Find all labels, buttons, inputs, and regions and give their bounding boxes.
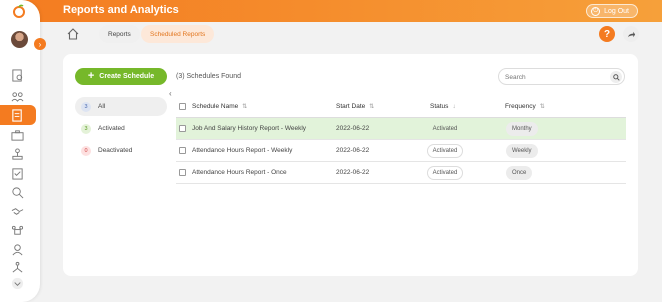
start-date: 2022-06-22: [336, 125, 370, 132]
clipboard-icon[interactable]: [9, 165, 25, 181]
table-header: Schedule Name ⇅ Start Date ⇅ Status ↓ Frequ…: [176, 96, 626, 118]
filter-count: 3: [81, 123, 91, 134]
filter-count: 3: [81, 101, 91, 112]
schedule-name: Attendance Hours Report - Once: [192, 169, 287, 176]
breadcrumb-reports[interactable]: Reports: [99, 25, 140, 43]
schedule-name: Attendance Hours Report - Weekly: [192, 147, 293, 154]
frequency-badge: Monthy: [506, 122, 538, 136]
filter-count: 0: [81, 145, 91, 156]
logout-label: Log Out: [604, 7, 629, 15]
share-icon[interactable]: [623, 26, 639, 42]
orange-logo-icon[interactable]: [12, 4, 26, 18]
start-date: 2022-06-22: [336, 147, 370, 154]
avatar[interactable]: [11, 31, 28, 48]
header-label: Schedule Name: [192, 103, 239, 110]
search-user-icon[interactable]: [9, 184, 25, 200]
breadcrumb-scheduled-reports[interactable]: Scheduled Reports: [141, 25, 215, 43]
filter-deactivated[interactable]: 0 Deactivated: [75, 141, 167, 160]
filter-label: All: [98, 103, 106, 110]
header-start-date[interactable]: Start Date ⇅: [336, 103, 374, 110]
frequency-badge: Weekly: [506, 144, 538, 158]
collapse-panel-icon[interactable]: ‹: [169, 89, 172, 98]
header-schedule-name[interactable]: Schedule Name ⇅: [192, 103, 247, 110]
handshake-icon[interactable]: [9, 203, 25, 219]
table-row[interactable]: Job And Salary History Report - Weekly 2…: [176, 118, 626, 140]
filter-activated[interactable]: 3 Activated: [75, 119, 167, 138]
reports-icon[interactable]: [9, 67, 25, 83]
org-chart-icon[interactable]: [9, 146, 25, 162]
schedules-table: Schedule Name ⇅ Start Date ⇅ Status ↓ Frequ…: [176, 96, 626, 184]
sidebar: ›: [0, 0, 46, 302]
user-settings-icon[interactable]: [9, 241, 25, 257]
start-date: 2022-06-22: [336, 169, 370, 176]
header-status[interactable]: Status ↓: [430, 103, 455, 110]
row-checkbox[interactable]: [179, 169, 186, 176]
logout-button[interactable]: ⏻ Log Out: [586, 4, 638, 18]
hierarchy-icon[interactable]: [9, 259, 25, 275]
row-checkbox[interactable]: [179, 125, 186, 132]
search-icon[interactable]: [610, 71, 622, 83]
plus-icon: +: [87, 70, 95, 82]
schedules-card: + Create Schedule 3 All 3 Activated 0 De…: [63, 54, 638, 276]
status-badge: Activated: [432, 126, 458, 132]
select-all-checkbox[interactable]: [179, 103, 186, 110]
filter-label: Deactivated: [98, 147, 133, 154]
frequency-badge: Once: [506, 166, 533, 180]
sort-icon: ⇅: [369, 104, 375, 110]
table-row[interactable]: Attendance Hours Report - Weekly 2022-06…: [176, 140, 626, 162]
sort-desc-icon: ↓: [452, 104, 456, 110]
search-box: [498, 68, 625, 85]
filter-all[interactable]: 3 All: [75, 97, 167, 116]
chevron-down-icon[interactable]: [9, 275, 25, 291]
header-label: Frequency: [505, 103, 536, 110]
expand-sidebar-icon[interactable]: ›: [34, 38, 46, 50]
header-label: Status: [430, 103, 449, 110]
search-input[interactable]: [505, 72, 605, 82]
team-icon[interactable]: [9, 88, 25, 104]
sort-icon: ⇅: [242, 104, 248, 110]
create-schedule-label: Create Schedule: [99, 73, 155, 80]
status-badge: Activated: [427, 166, 463, 180]
help-button[interactable]: ?: [599, 26, 615, 42]
logout-icon: ⏻: [591, 6, 601, 16]
meeting-icon[interactable]: [9, 222, 25, 238]
table-row[interactable]: Attendance Hours Report - Once 2022-06-2…: [176, 162, 626, 184]
sort-icon: ⇅: [539, 104, 545, 110]
schedule-name: Job And Salary History Report - Weekly: [192, 125, 307, 132]
scheduled-report-icon[interactable]: [9, 107, 25, 123]
filter-label: Activated: [98, 125, 125, 132]
briefcase-icon[interactable]: [9, 127, 25, 143]
row-checkbox[interactable]: [179, 147, 186, 154]
header-frequency[interactable]: Frequency ⇅: [505, 103, 545, 110]
header-label: Start Date: [336, 103, 366, 110]
home-icon[interactable]: [66, 27, 80, 41]
top-bar: Reports and Analytics ⏻ Log Out: [0, 0, 662, 22]
create-schedule-button[interactable]: + Create Schedule: [75, 68, 167, 85]
schedules-found-count: (3) Schedules Found: [176, 73, 241, 80]
app-title: Reports and Analytics: [63, 4, 179, 16]
breadcrumb: Reports Scheduled Reports ?: [58, 22, 639, 46]
status-badge: Activated: [427, 144, 463, 158]
